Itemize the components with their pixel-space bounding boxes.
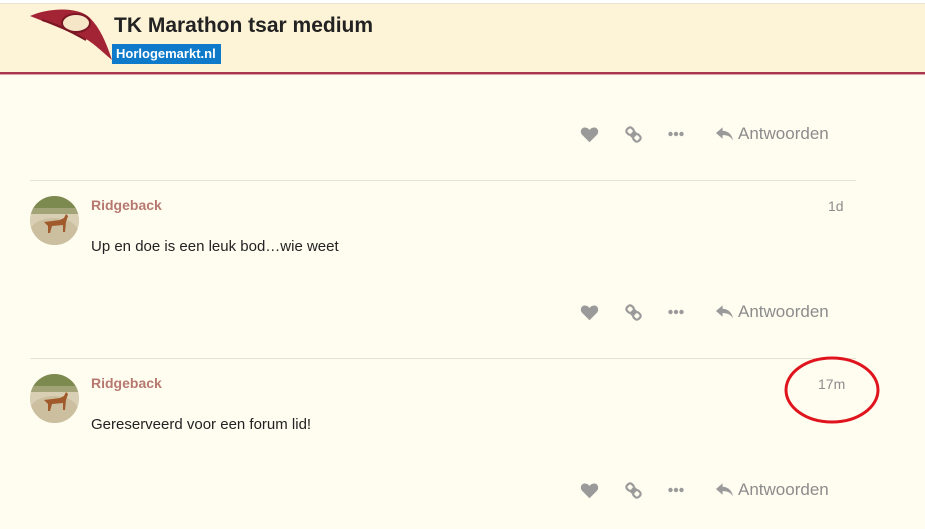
reply-button[interactable]: Antwoorden (715, 120, 835, 148)
avatar[interactable] (30, 374, 79, 423)
red-circle-annotation (784, 356, 880, 424)
reply-button[interactable]: Antwoorden (715, 298, 835, 326)
ellipsis-icon (668, 487, 684, 493)
more-options-button[interactable] (664, 120, 688, 148)
reply-label: Antwoorden (738, 480, 829, 499)
ellipsis-icon (668, 309, 684, 315)
like-button[interactable] (577, 476, 601, 504)
reply-arrow-icon (715, 127, 734, 141)
post-body: Up en doe is een leuk bod…wie weet (91, 238, 339, 255)
more-options-button[interactable] (664, 298, 688, 326)
post-actions: Antwoorden (575, 476, 845, 504)
post-username[interactable]: Ridgeback (91, 375, 162, 391)
post-actions: Antwoorden (575, 120, 845, 148)
post-body: Gereserveerd voor een forum lid! (91, 416, 312, 433)
link-icon (624, 125, 642, 143)
site-badge[interactable]: Horlogemarkt.nl (112, 44, 221, 64)
heart-icon (580, 126, 598, 142)
reply-arrow-icon (715, 305, 734, 319)
post-divider (30, 358, 856, 359)
heart-icon (580, 482, 598, 498)
reply-arrow-icon (715, 483, 734, 497)
page-title[interactable]: TK Marathon tsar medium (114, 14, 373, 38)
more-options-button[interactable] (664, 476, 688, 504)
post-divider (30, 180, 856, 181)
post-date[interactable]: 1d (828, 198, 844, 214)
share-link-button[interactable] (621, 298, 645, 326)
ellipsis-icon (668, 131, 684, 137)
reply-button[interactable]: Antwoorden (715, 476, 835, 504)
link-icon (624, 481, 642, 499)
link-icon (624, 303, 642, 321)
like-button[interactable] (577, 120, 601, 148)
post-username[interactable]: Ridgeback (91, 197, 162, 213)
site-header: TK Marathon tsar medium Horlogemarkt.nl (0, 0, 925, 74)
header-top-strip (0, 0, 925, 4)
reply-label: Antwoorden (738, 302, 829, 321)
post-actions: Antwoorden (575, 298, 845, 326)
like-button[interactable] (577, 298, 601, 326)
share-link-button[interactable] (621, 476, 645, 504)
heart-icon (580, 304, 598, 320)
share-link-button[interactable] (621, 120, 645, 148)
avatar[interactable] (30, 196, 79, 245)
reply-label: Antwoorden (738, 124, 829, 143)
horlogemarkt-logo[interactable] (28, 8, 114, 68)
